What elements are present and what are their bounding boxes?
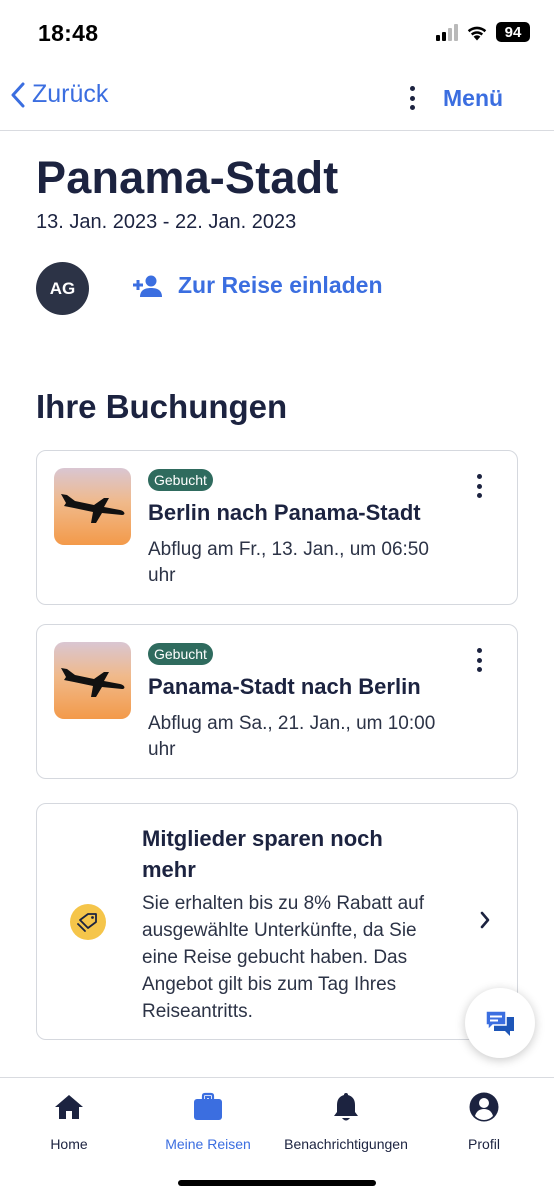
tab-benachrichtigungen[interactable]: Benachrichtigungen [276,1090,416,1152]
booking-options-icon[interactable] [474,473,484,499]
chevron-left-icon [11,82,25,107]
cellular-signal-icon [436,23,458,41]
promo-text: Sie erhalten bis zu 8% Rabatt auf ausgew… [142,893,425,1022]
booking-title: Berlin nach Panama-Stadt [148,500,421,525]
promo-title: Mitglieder sparen noch mehr [142,826,383,882]
discount-tag-icon [70,904,106,940]
home-indicator [178,1180,376,1186]
bell-icon [331,1090,361,1124]
tab-meine-reisen[interactable]: Meine Reisen [138,1090,278,1152]
tab-home[interactable]: Home [0,1090,139,1152]
wifi-icon [467,26,487,40]
more-options-icon[interactable] [402,84,422,112]
bookings-section-title: Ihre Buchungen [36,388,288,425]
avatar[interactable]: AG [36,262,89,315]
booking-departure: Abflug am Fr., 13. Jan., um 06:50 uhr [148,539,429,586]
booking-card[interactable]: Gebucht Panama-Stadt nach Berlin Abflug … [36,624,518,779]
status-time: 18:48 [38,20,99,46]
airplane-icon [54,642,131,719]
tab-label: Profil [468,1136,500,1152]
home-icon [53,1090,85,1124]
back-button[interactable]: Zurück [10,80,108,109]
profile-icon [468,1090,500,1124]
chevron-right-icon [480,911,490,929]
status-badge: Gebucht [148,469,213,491]
status-indicators: 94 [436,22,530,42]
tab-label: Meine Reisen [165,1136,251,1152]
trip-dates: 13. Jan. 2023 - 22. Jan. 2023 [36,211,297,233]
member-promo-card[interactable]: Mitglieder sparen noch mehr Sie erhalten… [36,803,518,1040]
briefcase-icon [192,1090,224,1124]
status-bar: 18:48 94 [0,0,554,66]
page-title: Panama-Stadt [36,152,339,203]
chat-icon [485,1010,514,1036]
status-badge: Gebucht [148,643,213,665]
airplane-icon [54,468,131,545]
tab-label: Home [50,1136,88,1152]
battery-indicator: 94 [496,22,530,42]
invite-to-trip-button[interactable]: Zur Reise einladen [132,272,383,299]
chat-button[interactable] [465,988,535,1058]
booking-card[interactable]: Gebucht Berlin nach Panama-Stadt Abflug … [36,450,518,605]
booking-departure: Abflug am Sa., 21. Jan., um 10:00 uhr [148,713,436,760]
navigation-bar: Zurück Menü [0,66,554,131]
add-person-icon [133,275,162,297]
tab-profil[interactable]: Profil [414,1090,554,1152]
booking-options-icon[interactable] [474,647,484,673]
menu-button[interactable]: Menü [443,85,503,112]
invite-label: Zur Reise einladen [178,272,383,298]
booking-title: Panama-Stadt nach Berlin [148,674,421,699]
back-label: Zurück [32,80,109,108]
tab-label: Benachrichtigungen [284,1136,408,1152]
